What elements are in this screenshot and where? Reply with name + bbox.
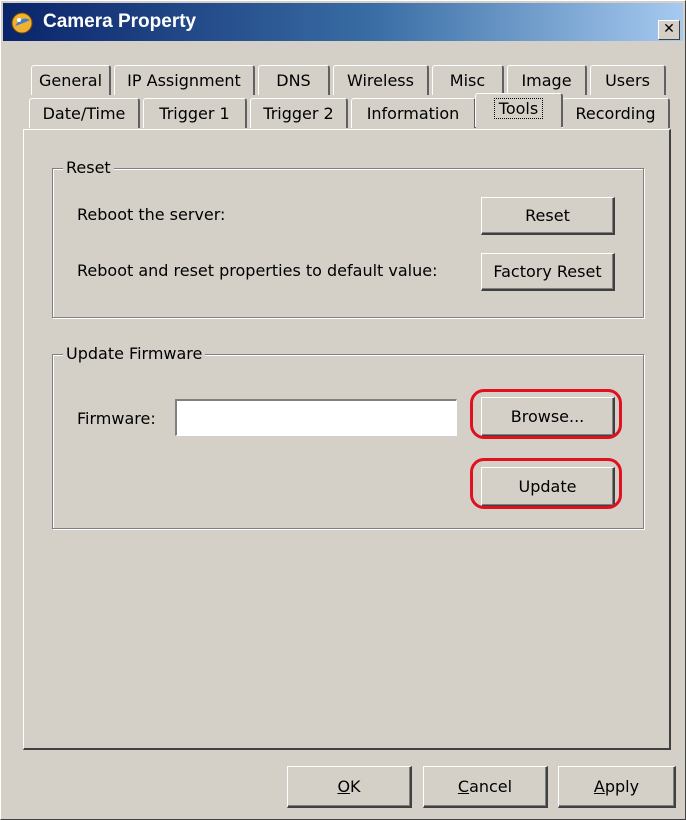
reset-button[interactable]: Reset	[481, 197, 615, 235]
tab-recording[interactable]: Recording	[562, 98, 670, 128]
reset-groupbox: Reset Reboot the server: Reset Reboot an…	[52, 158, 644, 318]
update-highlight-outline	[470, 458, 622, 509]
ok-button[interactable]: OK	[287, 766, 412, 808]
browse-highlight-outline	[470, 389, 622, 439]
tab-trigger-1[interactable]: Trigger 1	[143, 98, 247, 128]
tab-wireless[interactable]: Wireless	[333, 65, 429, 95]
factory-reset-label: Reboot and reset properties to default v…	[77, 261, 438, 280]
tab-general[interactable]: General	[31, 65, 111, 95]
firmware-path-input[interactable]	[175, 399, 457, 436]
tools-tab-panel: Reset Reboot the server: Reset Reboot an…	[23, 129, 671, 750]
tab-tools[interactable]: Tools	[475, 93, 563, 127]
tab-users[interactable]: Users	[590, 65, 666, 95]
cancel-button[interactable]: Cancel	[423, 766, 548, 808]
tab-image[interactable]: Image	[507, 65, 587, 95]
apply-button[interactable]: Apply	[558, 766, 676, 808]
tab-trigger-2[interactable]: Trigger 2	[250, 98, 348, 128]
tab-misc[interactable]: Misc	[432, 65, 504, 95]
camera-app-icon	[11, 12, 33, 34]
reset-group-title: Reset	[63, 158, 114, 177]
tab-date-time[interactable]: Date/Time	[29, 98, 140, 128]
reboot-server-label: Reboot the server:	[77, 205, 226, 224]
update-firmware-group-title: Update Firmware	[63, 344, 206, 363]
window-title: Camera Property	[43, 11, 197, 32]
tab-information[interactable]: Information	[351, 98, 476, 128]
close-icon: ✕	[663, 21, 675, 37]
firmware-label: Firmware:	[77, 409, 156, 428]
camera-property-window: Camera Property ✕ General IP Assignment …	[0, 0, 686, 820]
tab-ip-assignment[interactable]: IP Assignment	[114, 65, 255, 95]
title-bar[interactable]: Camera Property ✕	[3, 3, 683, 41]
factory-reset-button[interactable]: Factory Reset	[481, 253, 615, 291]
close-button[interactable]: ✕	[658, 20, 680, 40]
tab-dns[interactable]: DNS	[258, 65, 330, 95]
